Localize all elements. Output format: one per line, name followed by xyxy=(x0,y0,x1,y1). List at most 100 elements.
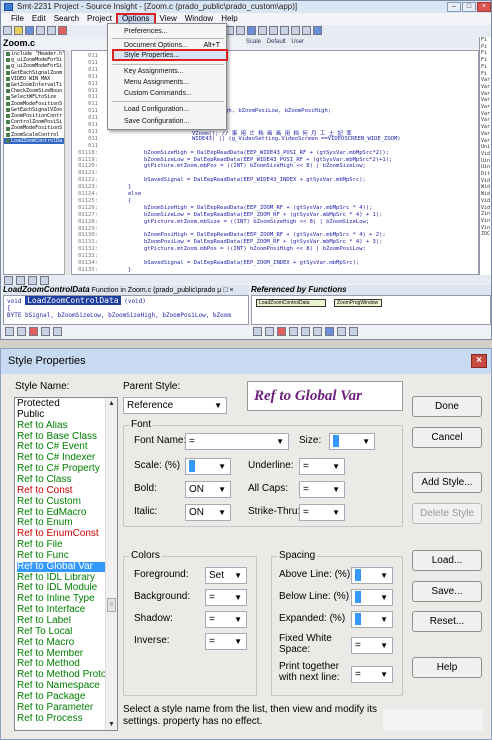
symbol-list-item[interactable]: Fi xyxy=(481,57,491,64)
default-label[interactable]: Default xyxy=(267,37,286,48)
lookup-icon[interactable] xyxy=(247,26,256,35)
cancel-button[interactable]: Cancel xyxy=(412,427,482,448)
style-list-item[interactable]: Ref to Inline Type xyxy=(17,594,107,605)
style-list-item[interactable]: Ref to Alias xyxy=(17,421,107,432)
style-list-item[interactable]: Ref to Custom xyxy=(17,497,107,508)
fixed-white-space-select[interactable]: = ▼ xyxy=(351,637,393,654)
strike-thru-select[interactable]: = ▼ xyxy=(299,504,345,521)
style-list-item[interactable]: Ref To Local xyxy=(17,627,107,638)
style-list-item[interactable]: Ref to C# Event xyxy=(17,442,107,453)
print-icon[interactable] xyxy=(47,26,56,35)
symbol-list-item[interactable]: Var xyxy=(481,117,491,124)
scroll-down-icon[interactable]: ▼ xyxy=(108,721,115,728)
save-button[interactable]: Save... xyxy=(412,581,482,602)
symbol-list-item[interactable]: Pi xyxy=(481,44,491,51)
below-line-select[interactable]: ▼ xyxy=(351,589,393,606)
close-icon[interactable]: × xyxy=(471,354,487,368)
style-list-item[interactable]: Ref to IDL Library xyxy=(17,573,107,584)
style-list-item[interactable]: Public xyxy=(17,410,107,421)
style-list-item[interactable]: Ref to Method Protot xyxy=(17,670,107,681)
symbol-list-item[interactable]: Var xyxy=(481,91,491,98)
style-list-item[interactable]: Protected xyxy=(17,399,107,410)
inverse-select[interactable]: = ▼ xyxy=(205,633,247,650)
symbol-list-item[interactable]: Var xyxy=(481,84,491,91)
right-symbol-list[interactable]: Fi Pi Fi Fi Fi Fi Var Var Var Var Var Var Var Var Var V… xyxy=(479,37,491,275)
symbol-list-item[interactable]: Fi xyxy=(481,64,491,71)
graph-icon[interactable] xyxy=(325,327,334,336)
user-label[interactable]: User xyxy=(291,37,304,48)
symbol-list-item[interactable]: Fi xyxy=(481,37,491,44)
menu-item-document-options[interactable]: Document Options... xyxy=(124,41,188,50)
symbol-list-item[interactable]: Fi xyxy=(481,50,491,57)
italic-select[interactable]: ON ▼ xyxy=(185,504,231,521)
style-list-item[interactable]: Ref to C# Indexer xyxy=(17,453,107,464)
menu-edit[interactable]: Edit xyxy=(28,13,50,25)
parent-style-select[interactable]: Reference ▼ xyxy=(123,397,227,414)
style-list-item[interactable]: Ref to IDL Module xyxy=(17,583,107,594)
menu-item-key-assignments[interactable]: Key Assignments... xyxy=(124,67,184,76)
expanded-select[interactable]: ▼ xyxy=(351,611,393,628)
symbol-list-item[interactable]: Var xyxy=(481,124,491,131)
context-window[interactable]: void LoadZoomControlData (void) { BYTE b… xyxy=(3,295,249,325)
symbol-list-item[interactable]: Vin xyxy=(481,218,491,225)
symbol-list-item[interactable]: Vid xyxy=(481,151,491,158)
symbol-list-item[interactable]: Uin xyxy=(481,164,491,171)
bold-select[interactable]: ON ▼ xyxy=(185,481,231,498)
menu-item-preferences[interactable]: Preferences... xyxy=(124,27,168,36)
toggle-icon[interactable] xyxy=(4,276,13,285)
symbol-list-item[interactable]: Var xyxy=(481,131,491,138)
project-icon[interactable] xyxy=(291,26,300,35)
symbol-icon[interactable] xyxy=(280,26,289,35)
style-list-item[interactable]: Ref to Process xyxy=(17,714,107,725)
print-together-select[interactable]: = ▼ xyxy=(351,666,393,683)
menu-item-save-configuration[interactable]: Save Configuration... xyxy=(124,117,189,126)
symbol-list-item[interactable]: Var xyxy=(481,138,491,145)
font-icon[interactable] xyxy=(41,327,50,336)
symbol-list-item[interactable]: Var xyxy=(481,104,491,111)
symbol-list-item[interactable]: Vid xyxy=(481,198,491,205)
style-list-item[interactable]: Ref to Parameter xyxy=(17,703,107,714)
add-style-button[interactable]: Add Style... xyxy=(412,472,482,493)
style-list-item[interactable]: Ref to Global Var xyxy=(17,561,107,573)
save-all-icon[interactable] xyxy=(36,26,45,35)
window-icon[interactable] xyxy=(40,276,49,285)
refresh-icon[interactable] xyxy=(301,327,310,336)
style-list-item[interactable]: Ref to Macro xyxy=(17,638,107,649)
tree-icon[interactable] xyxy=(28,276,37,285)
window-icon[interactable] xyxy=(53,327,62,336)
symbol-list-item[interactable]: Dit xyxy=(481,171,491,178)
close-icon[interactable]: × xyxy=(477,2,491,12)
symbol-list-item[interactable]: Uni xyxy=(481,144,491,151)
browse-icon[interactable] xyxy=(258,26,267,35)
symbol-list-item[interactable]: Fi xyxy=(481,71,491,78)
menu-item-load-configuration[interactable]: Load Configuration... xyxy=(124,105,189,114)
jump-icon[interactable] xyxy=(5,327,14,336)
foreground-select[interactable]: Set ▼ xyxy=(205,567,247,584)
scale-select[interactable]: ▼ xyxy=(185,458,231,475)
symbol-list-item[interactable]: ZOC xyxy=(481,231,491,238)
open-folder-icon[interactable] xyxy=(14,26,23,35)
save-icon[interactable] xyxy=(25,26,34,35)
font-name-select[interactable]: = ▼ xyxy=(185,433,289,450)
style-list-item[interactable]: Ref to Class xyxy=(17,475,107,486)
symbol-list-item[interactable]: Uin xyxy=(481,158,491,165)
list-icon[interactable] xyxy=(16,276,25,285)
lock-icon[interactable] xyxy=(277,327,286,336)
size-select[interactable]: ▼ xyxy=(329,433,375,450)
file-tab[interactable]: Zoom.c xyxy=(3,37,103,49)
style-list-scrollbar[interactable]: ▲ ≡ ▼ xyxy=(105,398,117,730)
sync-icon[interactable] xyxy=(265,327,274,336)
symbol-list-item[interactable]: Zin xyxy=(481,211,491,218)
sync-icon[interactable] xyxy=(17,327,26,336)
all-caps-select[interactable]: = ▼ xyxy=(299,481,345,498)
style-list-item[interactable]: Ref to File xyxy=(17,540,107,551)
jump-icon[interactable] xyxy=(253,327,262,336)
style-list-item[interactable]: Ref to EdMacro xyxy=(17,508,107,519)
load-button[interactable]: Load... xyxy=(412,550,482,571)
symbol-list-item[interactable]: Var xyxy=(481,77,491,84)
reset-button[interactable]: Reset... xyxy=(412,611,482,632)
list-icon[interactable] xyxy=(337,327,346,336)
underline-select[interactable]: = ▼ xyxy=(299,458,345,475)
close-file-icon[interactable] xyxy=(58,26,67,35)
done-button[interactable]: Done xyxy=(412,396,482,417)
